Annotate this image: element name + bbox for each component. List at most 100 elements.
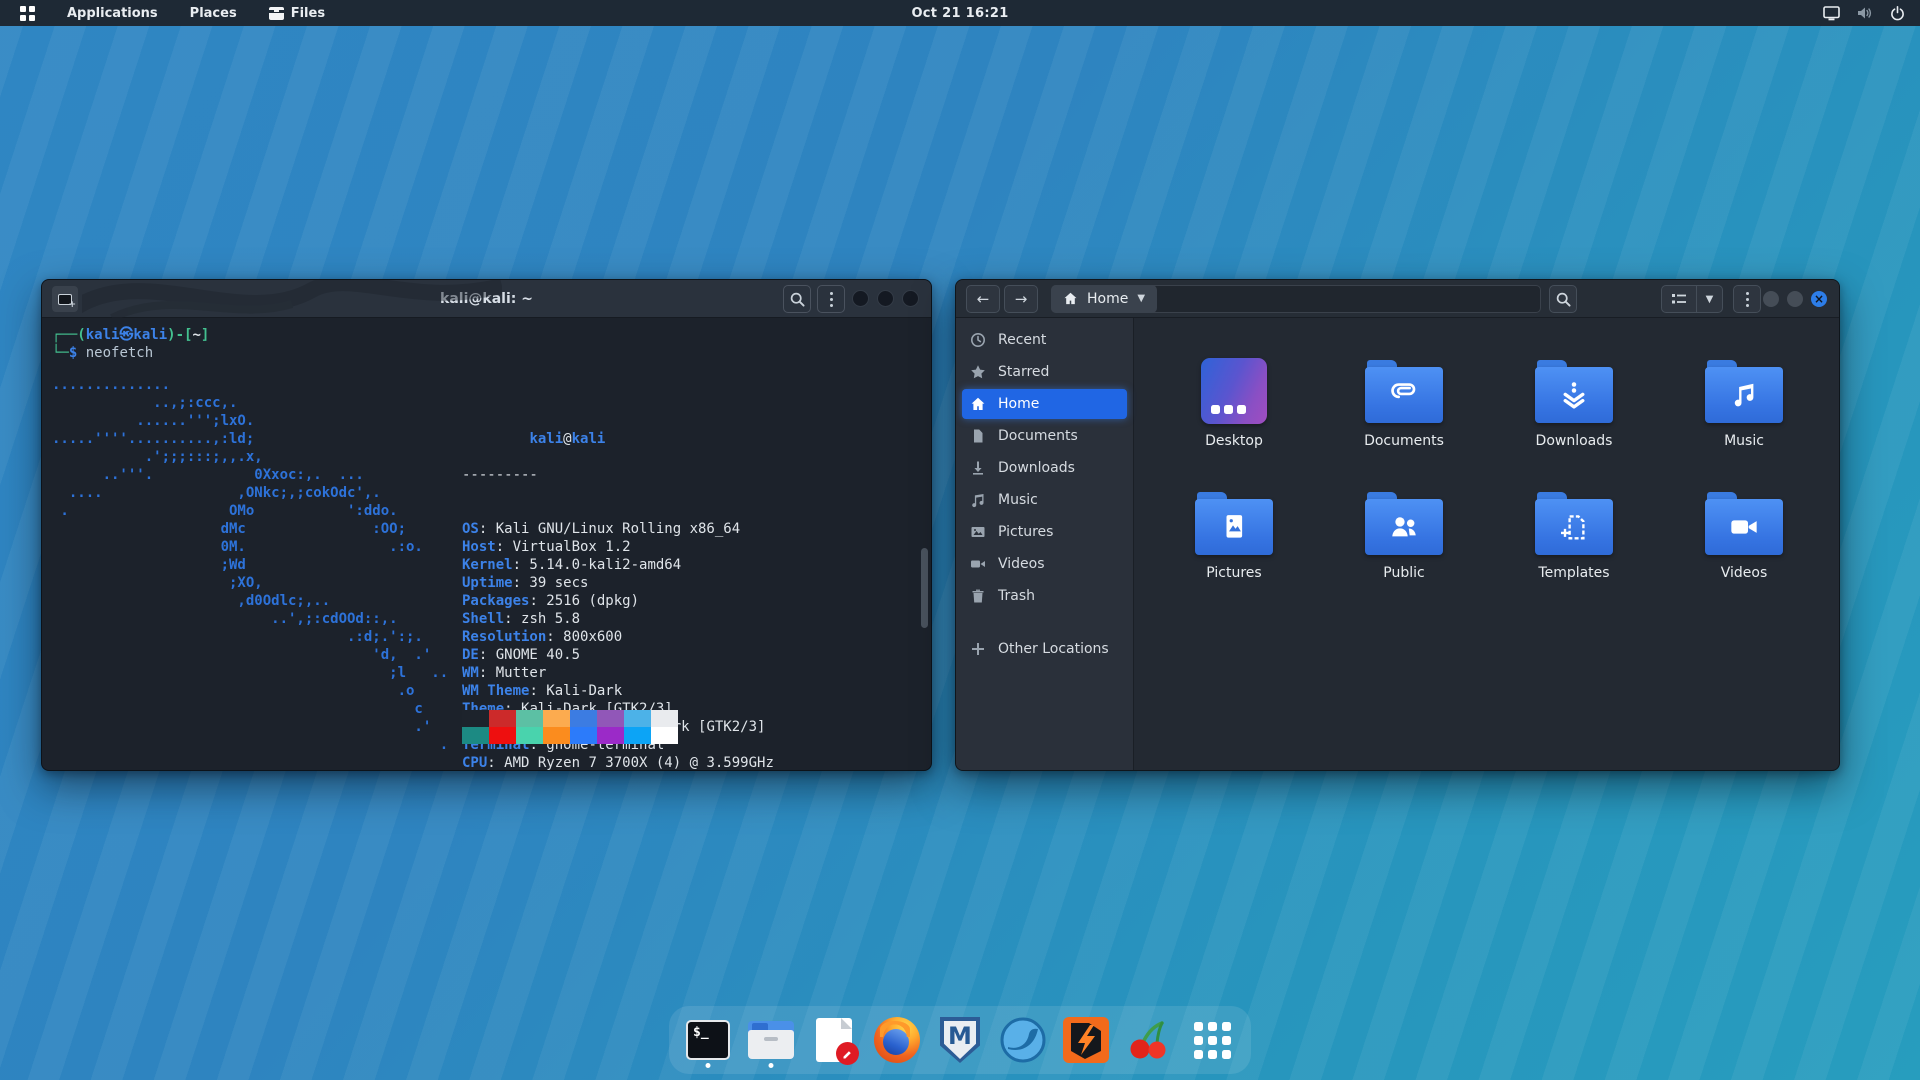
sidebar-item-label: Music: [998, 492, 1038, 508]
menu-places[interactable]: Places: [176, 0, 251, 26]
people-emblem: [1388, 511, 1420, 543]
app-menu-files[interactable]: Files: [255, 0, 339, 26]
path-bar[interactable]: Home ▼: [1051, 285, 1541, 313]
palette-swatch: [516, 710, 543, 727]
files-titlebar[interactable]: ← → Home ▼ ▼ ×: [956, 280, 1839, 318]
folder-item-label: Videos: [1721, 565, 1768, 581]
sidebar-item-recent[interactable]: Recent: [962, 325, 1127, 355]
chevron-down-icon: ▼: [1137, 293, 1145, 304]
sidebar-item-home[interactable]: Home: [962, 389, 1127, 419]
breadcrumb-home[interactable]: Home ▼: [1051, 285, 1157, 313]
clock[interactable]: Oct 21 16:21: [911, 6, 1008, 21]
sidebar-item-trash[interactable]: Trash: [962, 581, 1127, 611]
dock-item-firefox[interactable]: [874, 1014, 920, 1066]
sidebar-item-other-locations[interactable]: Other Locations: [962, 634, 1127, 664]
folder-item-label: Public: [1383, 565, 1424, 581]
files-close-button[interactable]: ×: [1811, 291, 1827, 307]
sidebar-item-label: Documents: [998, 428, 1078, 444]
dock-item-wireshark[interactable]: [1000, 1014, 1046, 1066]
terminal-close-button[interactable]: [902, 290, 919, 307]
breadcrumb-label: Home: [1087, 291, 1128, 307]
palette-swatch: [651, 710, 678, 727]
sidebar-item-music[interactable]: Music: [962, 485, 1127, 515]
terminal-minimize-button[interactable]: [852, 290, 869, 307]
dock-item-metasploit[interactable]: M: [937, 1014, 983, 1066]
folder-item-pictures[interactable]: Pictures: [1149, 474, 1319, 606]
recent-icon: [970, 332, 986, 348]
files-search-button[interactable]: [1549, 285, 1577, 313]
chevron-down-icon: ▼: [1706, 294, 1714, 305]
kebab-icon: [1746, 292, 1749, 307]
other-locations-icon: [970, 641, 986, 657]
palette-swatch: [462, 727, 489, 744]
files-menu-button[interactable]: [1733, 285, 1761, 313]
sidebar-item-downloads[interactable]: Downloads: [962, 453, 1127, 483]
power-icon[interactable]: [1889, 5, 1906, 22]
terminal-color-palette: [462, 710, 678, 744]
view-toggle-button[interactable]: [1661, 285, 1697, 313]
palette-swatch: [570, 727, 597, 744]
volume-icon[interactable]: [1856, 5, 1873, 22]
terminal-menu-button[interactable]: [817, 285, 845, 313]
palette-swatch: [543, 727, 570, 744]
dock-item-burp-suite[interactable]: [1063, 1014, 1109, 1066]
sidebar-item-documents[interactable]: Documents: [962, 421, 1127, 451]
folder-item-documents[interactable]: Documents: [1319, 342, 1489, 474]
folder-item-music[interactable]: Music: [1659, 342, 1829, 474]
display-icon[interactable]: [1823, 5, 1840, 22]
files-window: ← → Home ▼ ▼ × Rec: [955, 279, 1840, 771]
folder-icon: [1535, 360, 1613, 424]
prompt-line-1: ┌──(kali㉿kali)-[~]: [52, 326, 921, 344]
back-button[interactable]: ←: [966, 285, 1000, 313]
download-emblem: [1559, 380, 1589, 410]
new-tab-button[interactable]: [52, 286, 78, 312]
dock-item-files[interactable]: [748, 1014, 794, 1066]
folder-item-desktop[interactable]: Desktop: [1149, 342, 1319, 474]
terminal-maximize-button[interactable]: [877, 290, 894, 307]
terminal-content[interactable]: ┌──(kali㉿kali)-[~] └─$ neofetch ........…: [42, 318, 931, 771]
menu-applications[interactable]: Applications: [53, 0, 172, 26]
sidebar-item-starred[interactable]: Starred: [962, 357, 1127, 387]
burp-suite-dock-icon: [1063, 1017, 1109, 1063]
prompt-line-2: └─$ neofetch: [52, 344, 921, 362]
files-content-grid[interactable]: DesktopDocumentsDownloadsMusic Pictures Pu…: [1134, 318, 1839, 771]
neofetch-row: Host: VirtualBox 1.2: [462, 538, 774, 556]
kebab-icon: [830, 292, 833, 307]
files-minimize-button[interactable]: [1763, 291, 1779, 307]
terminal-titlebar[interactable]: kali@kali: ~: [42, 280, 931, 318]
sidebar-item-label: Pictures: [998, 524, 1053, 540]
activities-button[interactable]: [0, 0, 49, 26]
files-maximize-button[interactable]: [1787, 291, 1803, 307]
folder-icon: [1365, 492, 1443, 556]
pictures-icon: [970, 524, 986, 540]
forward-button[interactable]: →: [1004, 285, 1038, 313]
palette-swatch: [516, 727, 543, 744]
terminal-window: kali@kali: ~ ┌──(kali㉿kali)-[~] └─$ neof…: [41, 279, 932, 771]
dock-item-app-grid[interactable]: [1189, 1014, 1235, 1066]
dock-item-terminal[interactable]: $_: [685, 1014, 731, 1066]
neofetch-row: WM: Mutter: [462, 664, 774, 682]
neofetch-row: DE: GNOME 40.5: [462, 646, 774, 664]
terminal-search-button[interactable]: [783, 285, 811, 313]
starred-icon: [970, 364, 986, 380]
app-menu-files-label: Files: [291, 6, 325, 21]
video-camera-emblem: [1728, 511, 1760, 543]
view-options-button[interactable]: ▼: [1697, 285, 1723, 313]
search-icon: [1556, 292, 1571, 307]
folder-item-public[interactable]: Public: [1319, 474, 1489, 606]
paperclip-emblem: [1388, 379, 1420, 411]
folder-icon: [1195, 492, 1273, 556]
app-grid-dock-icon: [1194, 1022, 1231, 1059]
sidebar-item-pictures[interactable]: Pictures: [962, 517, 1127, 547]
sidebar-item-videos[interactable]: Videos: [962, 549, 1127, 579]
terminal-scrollbar[interactable]: [921, 548, 928, 628]
folder-icon: [1705, 360, 1783, 424]
folder-item-templates[interactable]: Templates: [1489, 474, 1659, 606]
folder-item-downloads[interactable]: Downloads: [1489, 342, 1659, 474]
folder-item-videos[interactable]: Videos: [1659, 474, 1829, 606]
dock-item-cherrytree[interactable]: [1126, 1014, 1172, 1066]
list-view-icon: [1671, 292, 1687, 306]
downloads-icon: [970, 460, 986, 476]
neofetch-header: kali@kali: [462, 412, 774, 430]
dock-item-text-editor[interactable]: [811, 1014, 857, 1066]
